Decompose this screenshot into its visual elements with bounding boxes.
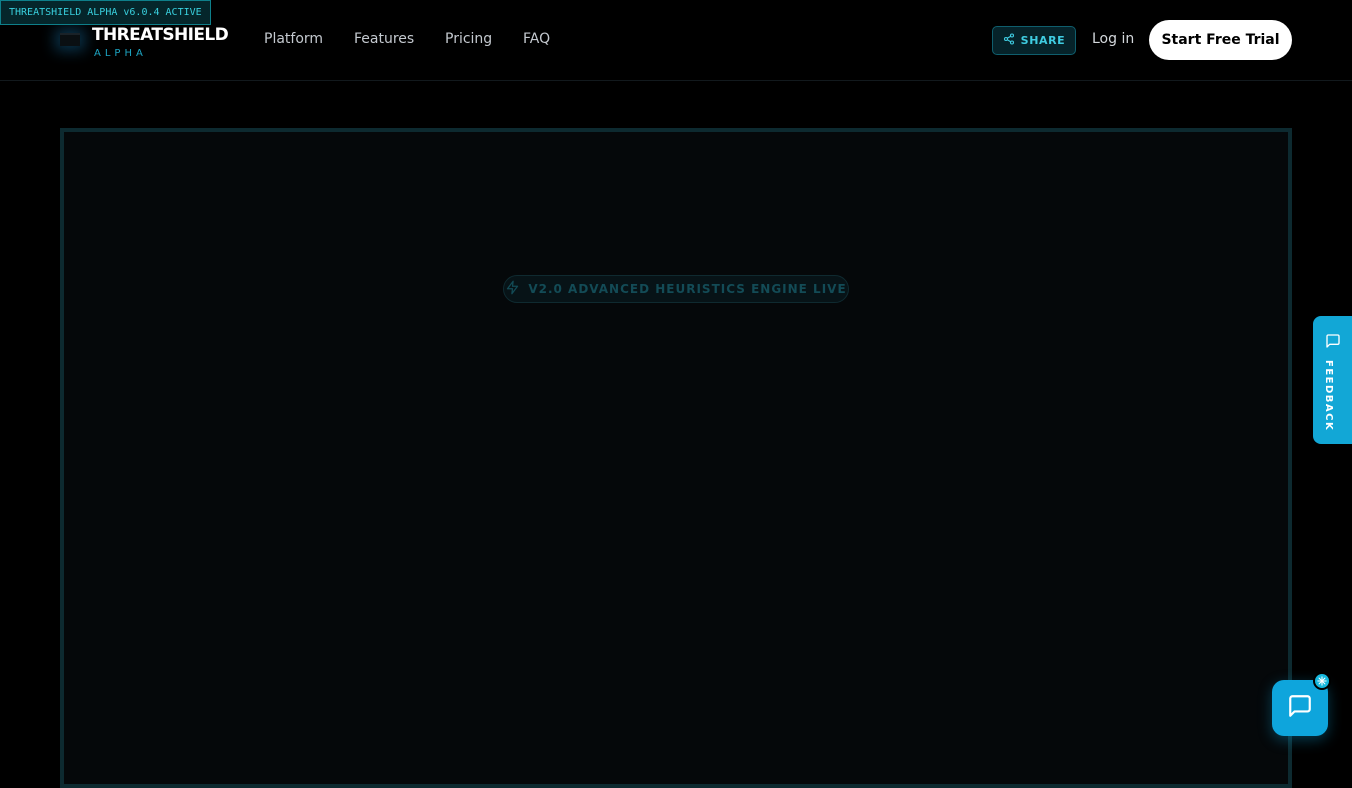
message-square-icon: [1325, 333, 1341, 353]
feedback-tab[interactable]: FEEDBACK: [1313, 316, 1352, 444]
start-free-trial-button[interactable]: Start Free Trial: [1149, 20, 1292, 60]
logo-icon[interactable]: [60, 33, 80, 46]
nav-link-pricing[interactable]: Pricing: [445, 31, 492, 47]
share-label: SHARE: [1020, 34, 1066, 47]
nav-link-features[interactable]: Features: [354, 31, 414, 47]
version-badge: THREATSHIELD ALPHA v6.0.4 ACTIVE: [0, 0, 211, 25]
engine-status-label: V2.0 ADVANCED HEURISTICS ENGINE LIVE: [528, 282, 847, 296]
lightning-icon: [505, 280, 520, 298]
feedback-label: FEEDBACK: [1323, 360, 1334, 432]
engine-status-pill: V2.0 ADVANCED HEURISTICS ENGINE LIVE: [503, 275, 849, 303]
sparkle-icon: [1313, 672, 1331, 690]
share-button[interactable]: SHARE: [992, 26, 1076, 55]
share-icon: [1003, 33, 1015, 48]
nav-link-faq[interactable]: FAQ: [523, 31, 550, 47]
chat-bubble-icon: [1287, 693, 1313, 723]
hero-panel: [60, 128, 1292, 788]
brand-subtitle: ALPHA: [94, 48, 147, 59]
login-link[interactable]: Log in: [1092, 31, 1134, 47]
nav-link-platform[interactable]: Platform: [264, 31, 323, 47]
brand-title[interactable]: THREATSHIELD: [92, 25, 229, 45]
